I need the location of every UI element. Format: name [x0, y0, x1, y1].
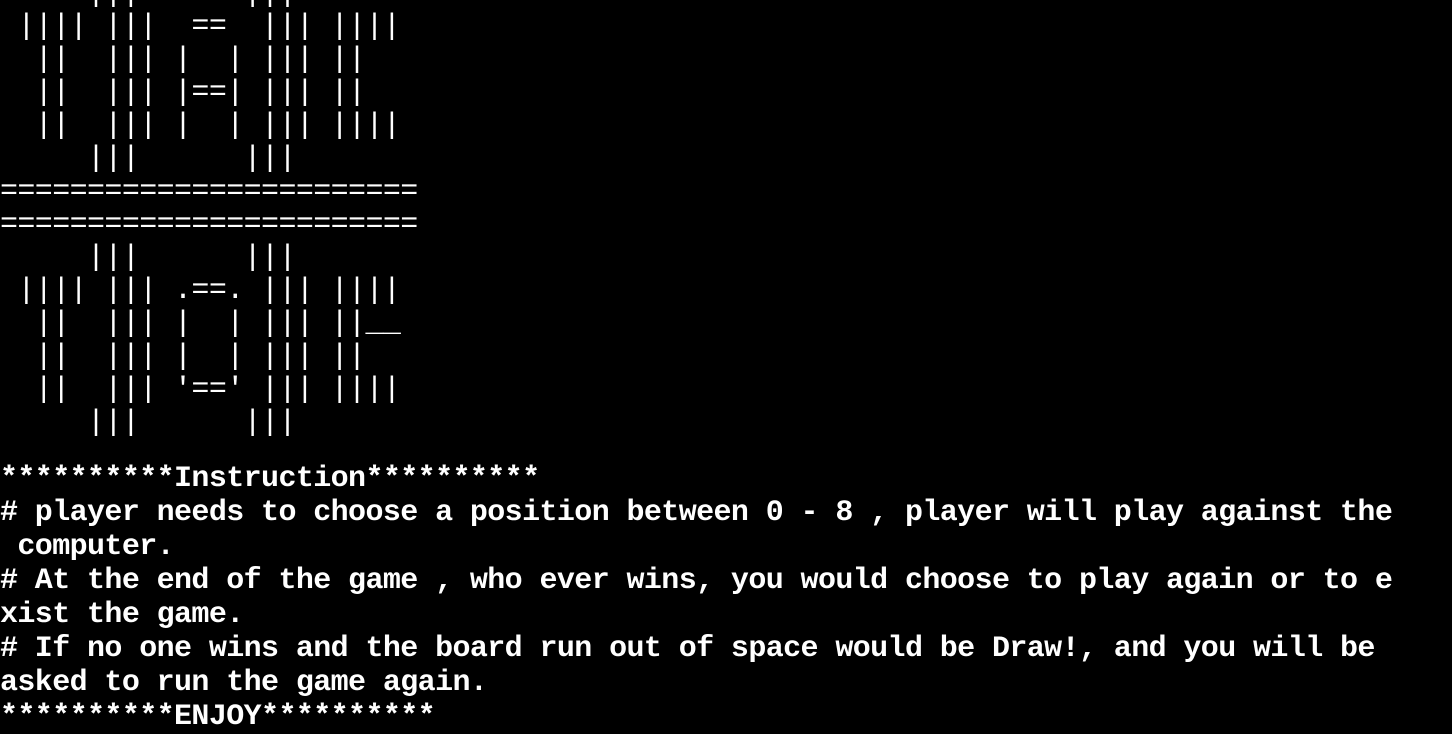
- banner-divider: ========================: [0, 175, 418, 209]
- instruction-line: # player needs to choose a position betw…: [0, 496, 1393, 530]
- instructions-footer: **********ENJOY**********: [0, 700, 436, 734]
- instruction-line: asked to run the game again.: [0, 666, 488, 700]
- banner-line: || ||| '==' ||| ||||: [0, 373, 401, 407]
- banner-line: ||| |||: [0, 241, 296, 275]
- banner-line: || ||| |==| ||| ||: [0, 76, 366, 110]
- ascii-banner: ||| ||| |||| ||| == ||| |||| || ||| | | …: [0, 0, 418, 440]
- banner-line: || ||| | | ||| ||||: [0, 109, 401, 143]
- banner-line: ||| |||: [0, 142, 296, 176]
- instruction-line: # If no one wins and the board run out o…: [0, 632, 1375, 666]
- instructions-header: **********Instruction**********: [0, 462, 540, 496]
- instruction-line: # At the end of the game , who ever wins…: [0, 564, 1393, 598]
- instruction-line: xist the game.: [0, 598, 244, 632]
- banner-line: || ||| | | ||| ||: [0, 340, 366, 374]
- banner-line: ||| |||: [0, 406, 296, 440]
- banner-line: || ||| | | ||| ||__: [0, 307, 401, 341]
- banner-line: |||| ||| == ||| ||||: [0, 10, 401, 44]
- banner-line: |||| ||| .==. ||| ||||: [0, 274, 401, 308]
- banner-divider: ========================: [0, 208, 418, 242]
- terminal-window[interactable]: ||| ||| |||| ||| == ||| |||| || ||| | | …: [0, 0, 1452, 734]
- banner-line: || ||| | | ||| ||: [0, 43, 366, 77]
- instructions-section: **********Instruction********** # player…: [0, 462, 1452, 734]
- instruction-line: computer.: [0, 530, 175, 564]
